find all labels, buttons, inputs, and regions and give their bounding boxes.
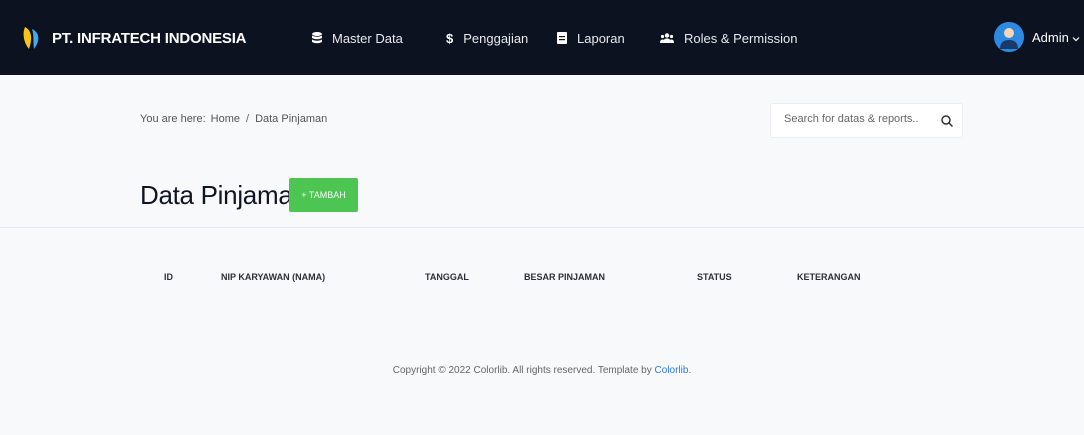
footer: Copyright © 2022 Colorlib. All rights re… (0, 365, 1084, 376)
column-header-besar-pinjaman[interactable]: BESAR PINJAMAN (524, 272, 605, 282)
dollar-icon: $ (446, 30, 454, 46)
nav-penggajian[interactable]: $ Penggajian (446, 27, 528, 49)
file-icon (557, 32, 567, 44)
chevron-down-icon (1072, 30, 1080, 45)
nav-label: Laporan (577, 30, 625, 46)
avatar (994, 22, 1024, 52)
divider (0, 227, 1084, 228)
column-header-nip[interactable]: NIP KARYAWAN (NAMA) (221, 272, 325, 282)
nav-label: Roles & Permission (684, 30, 798, 46)
brand[interactable]: PT. INFRATECH INDONESIA (22, 24, 246, 52)
search-box (770, 103, 963, 138)
column-header-id[interactable]: ID (164, 272, 173, 282)
user-name: Admin (1032, 29, 1069, 45)
nav-master-data[interactable]: Master Data (312, 27, 403, 49)
search-input[interactable] (784, 113, 934, 125)
footer-text: Copyright © 2022 Colorlib. All rights re… (392, 365, 652, 376)
column-header-status[interactable]: STATUS (697, 272, 732, 282)
nav-roles-permission[interactable]: Roles & Permission (660, 27, 797, 49)
add-button[interactable]: + TAMBAH (289, 178, 358, 212)
breadcrumb: You are here: Home / Data Pinjaman (140, 113, 327, 125)
users-icon (660, 33, 674, 43)
footer-suffix: . (688, 365, 692, 376)
breadcrumb-separator: / (246, 113, 250, 125)
breadcrumb-current: Data Pinjaman (255, 113, 328, 125)
column-header-keterangan[interactable]: KETERANGAN (797, 272, 861, 282)
top-navbar: PT. INFRATECH INDONESIA Master Data $ Pe… (0, 0, 1084, 75)
nav-label: Master Data (332, 30, 403, 46)
nav-label: Penggajian (463, 30, 529, 46)
brand-logo-icon (22, 25, 42, 51)
column-header-tanggal[interactable]: TANGGAL (425, 272, 469, 282)
breadcrumb-home-link[interactable]: Home (211, 113, 240, 125)
nav-laporan[interactable]: Laporan (557, 27, 625, 49)
search-icon[interactable] (940, 114, 954, 128)
user-menu[interactable]: Admin (994, 20, 1080, 54)
breadcrumb-prefix: You are here: (140, 113, 206, 125)
database-icon (312, 32, 322, 44)
footer-link[interactable]: Colorlib (655, 365, 689, 376)
page-title: Data Pinjaman (140, 180, 307, 210)
brand-name: PT. INFRATECH INDONESIA (52, 29, 247, 47)
